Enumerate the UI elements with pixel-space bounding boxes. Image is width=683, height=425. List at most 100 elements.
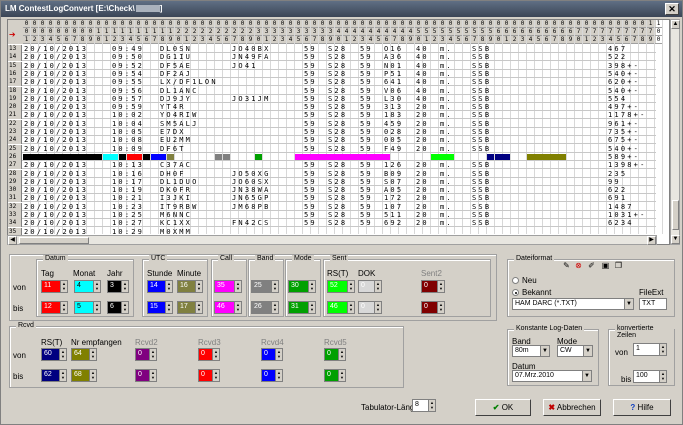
spin-arrows-icon[interactable]: ▲ ▼ xyxy=(165,281,172,292)
spin-arrows-icon[interactable]: ▲ ▼ xyxy=(659,371,666,382)
spin-arrows-icon[interactable]: ▲ ▼ xyxy=(428,400,435,411)
rcvd-rst-bis-spinner[interactable]: 62 ▲ ▼ xyxy=(41,369,67,382)
spin-arrows-icon[interactable]: ▲ ▼ xyxy=(121,302,128,313)
table-row[interactable]: 14 20/10/2013 09:50 DG1IU JN49FA 59 S28 59 A36 40… xyxy=(8,53,656,62)
rcvd3-bis-spinner[interactable]: 0 ▲ ▼ xyxy=(198,369,220,382)
spin-arrows-icon[interactable]: ▲ ▼ xyxy=(195,281,202,292)
spin-arrows-icon[interactable]: ▲ ▼ xyxy=(165,302,172,313)
spin-arrows-icon[interactable]: ▲ ▼ xyxy=(195,302,202,313)
spin-arrows-icon[interactable]: ▲ ▼ xyxy=(308,302,315,313)
scroll-up-icon[interactable]: ▲ xyxy=(671,20,680,29)
nr-bis-spinner[interactable]: 68 ▲ ▼ xyxy=(71,369,97,382)
delete-icon[interactable]: ⊗ xyxy=(574,261,583,270)
konst-datum-select[interactable]: 07.Mrz.2010 ▼ xyxy=(512,370,592,382)
table-row[interactable]: 20 20/10/2013 09:59 YT4R 59 S28 59 313 20 m. SSB 49… xyxy=(8,103,656,112)
spin-arrows-icon[interactable]: ▲ ▼ xyxy=(234,302,241,313)
ok-button[interactable]: ✔ OK xyxy=(475,399,531,416)
spin-arrows-icon[interactable]: ▲ ▼ xyxy=(93,281,100,292)
konst-mode-select[interactable]: CW ▼ xyxy=(557,345,593,357)
spin-arrows-icon[interactable]: ▲ ▼ xyxy=(347,281,354,292)
edit-icon[interactable]: ✐ xyxy=(587,261,596,270)
rcvd5-von-spinner[interactable]: 0 ▲ ▼ xyxy=(324,348,346,361)
minute-von-spinner[interactable]: 16 ▲ ▼ xyxy=(177,280,203,293)
vscroll-thumb[interactable] xyxy=(672,200,679,230)
spin-arrows-icon[interactable]: ▲ ▼ xyxy=(374,281,381,292)
spin-arrows-icon[interactable]: ▲ ▼ xyxy=(271,281,278,292)
nr-von-spinner[interactable]: 64 ▲ ▼ xyxy=(71,348,97,361)
table-row[interactable]: 27 20/10/2013 10:13 C37AC 59 S28 59 126 20 m. SSB 1… xyxy=(8,161,656,170)
tabulator-spinner[interactable]: 8 ▲ ▼ xyxy=(412,399,436,412)
spin-arrows-icon[interactable]: ▲ ▼ xyxy=(437,281,444,292)
spin-arrows-icon[interactable]: ▲ ▼ xyxy=(149,370,156,381)
tag-von-spinner[interactable]: 11 ▲ ▼ xyxy=(41,280,68,293)
close-button[interactable]: ✕ xyxy=(665,3,679,15)
minute-bis-spinner[interactable]: 17 ▲ ▼ xyxy=(177,301,203,314)
rcvd2-von-spinner[interactable]: 0 ▲ ▼ xyxy=(135,348,157,361)
stunde-von-spinner[interactable]: 14 ▲ ▼ xyxy=(147,280,173,293)
neu-radio[interactable] xyxy=(512,277,519,284)
scroll-left-icon[interactable]: ◀ xyxy=(8,236,17,245)
table-row[interactable]: 32 20/10/2013 10:23 IT9RBW JM68PB 59 S28 59 107 2… xyxy=(8,202,656,211)
rcvd3-von-spinner[interactable]: 0 ▲ ▼ xyxy=(198,348,220,361)
spin-arrows-icon[interactable]: ▲ ▼ xyxy=(60,281,67,292)
save-icon[interactable]: ▣ xyxy=(601,261,610,270)
chevron-down-icon[interactable]: ▼ xyxy=(624,299,633,309)
mode-bis-spinner[interactable]: 31 ▲ ▼ xyxy=(288,301,316,314)
spin-arrows-icon[interactable]: ▲ ▼ xyxy=(275,349,282,360)
spin-arrows-icon[interactable]: ▲ ▼ xyxy=(93,302,100,313)
fileext-input[interactable]: TXT xyxy=(639,298,667,310)
spin-arrows-icon[interactable]: ▲ ▼ xyxy=(347,302,354,313)
format-select[interactable]: HAM DARC (*.TXT) ▼ xyxy=(512,298,634,310)
call-bis-spinner[interactable]: 46 ▲ ▼ xyxy=(214,301,242,314)
table-row[interactable]: 30 20/10/2013 10:19 DK0FR JN38WA 59 S28 59 A05 20… xyxy=(8,186,656,195)
konv-bis-spinner[interactable]: 100 ▲ ▼ xyxy=(633,370,667,383)
table-row[interactable]: 21 20/10/2013 10:02 YO4RIW 59 S28 59 183 20 m. SSB… xyxy=(8,111,656,120)
konv-von-spinner[interactable]: 1 ▲ ▼ xyxy=(633,343,667,356)
spin-arrows-icon[interactable]: ▲ ▼ xyxy=(338,370,345,381)
spin-arrows-icon[interactable]: ▲ ▼ xyxy=(89,370,96,381)
konst-band-select[interactable]: 80m ▼ xyxy=(512,345,550,357)
jahr-bis-spinner[interactable]: 6 ▲ ▼ xyxy=(107,301,129,314)
spin-arrows-icon[interactable]: ▲ ▼ xyxy=(374,302,381,313)
call-von-spinner[interactable]: 35 ▲ ▼ xyxy=(214,280,242,293)
spin-arrows-icon[interactable]: ▲ ▼ xyxy=(437,302,444,313)
vertical-scrollbar[interactable]: ▲ ▼ xyxy=(670,19,680,245)
table-row[interactable]: 28 20/10/2013 10:16 DH0F JO50XG 59 S28 59 B09 20 m… xyxy=(8,169,656,178)
hscroll-thumb[interactable] xyxy=(19,237,89,244)
sent2-von-spinner[interactable]: 0 ▲ ▼ xyxy=(421,280,445,293)
chevron-down-icon[interactable]: ▼ xyxy=(583,346,592,356)
spin-arrows-icon[interactable]: ▲ ▼ xyxy=(59,349,66,360)
spin-arrows-icon[interactable]: ▲ ▼ xyxy=(89,349,96,360)
sent-rst-bis-spinner[interactable]: 46 ▲ ▼ xyxy=(327,301,355,314)
spin-arrows-icon[interactable]: ▲ ▼ xyxy=(149,349,156,360)
spin-arrows-icon[interactable]: ▲ ▼ xyxy=(212,349,219,360)
chevron-down-icon[interactable]: ▼ xyxy=(582,371,591,381)
table-row[interactable]: 16 20/10/2013 09:54 DF2AJ 59 S28 59 P51 40 m. SSB 5… xyxy=(8,69,656,78)
dok-bis-spinner[interactable]: 0 ▲ ▼ xyxy=(358,301,382,314)
table-row[interactable]: 33 20/10/2013 10:25 M6NNC 59 S28 59 511 20 m. SSB 1… xyxy=(8,211,656,219)
chevron-down-icon[interactable]: ▼ xyxy=(540,346,549,356)
stunde-bis-spinner[interactable]: 15 ▲ ▼ xyxy=(147,301,173,314)
scroll-down-icon[interactable]: ▼ xyxy=(671,235,680,244)
table-row[interactable]: 19 20/10/2013 09:57 DJ9JY JO31JM 59 S28 59 L30 40… xyxy=(8,94,656,103)
hilfe-button[interactable]: ? Hilfe xyxy=(613,399,671,416)
spin-arrows-icon[interactable]: ▲ ▼ xyxy=(275,370,282,381)
rcvd2-bis-spinner[interactable]: 0 ▲ ▼ xyxy=(135,369,157,382)
band-von-spinner[interactable]: 25 ▲ ▼ xyxy=(251,280,279,293)
scroll-right-icon[interactable]: ▶ xyxy=(647,236,656,245)
spin-arrows-icon[interactable]: ▲ ▼ xyxy=(308,281,315,292)
copy-icon[interactable]: ❐ xyxy=(614,261,623,270)
mode-von-spinner[interactable]: 30 ▲ ▼ xyxy=(288,280,316,293)
spin-arrows-icon[interactable]: ▲ ▼ xyxy=(59,370,66,381)
band-bis-spinner[interactable]: 26 ▲ ▼ xyxy=(251,301,279,314)
table-row[interactable]: 31 20/10/2013 10:21 I3JKI JN65GP 59 S28 59 172 20… xyxy=(8,194,656,203)
table-row[interactable]: 34 20/10/2013 10:27 KC1XX FN42CS 59 S28 59 692 20… xyxy=(8,219,656,228)
tag-bis-spinner[interactable]: 12 ▲ ▼ xyxy=(41,301,68,314)
paint-icon[interactable]: ✎ xyxy=(562,261,571,270)
table-row[interactable]: 17 20/10/2013 09:55 LX/DF1LON 59 S28 59 641 40 m.… xyxy=(8,78,656,87)
abbrechen-button[interactable]: ✖ Abbrechen xyxy=(543,399,601,416)
spin-arrows-icon[interactable]: ▲ ▼ xyxy=(60,302,67,313)
log-grid[interactable]: 0000000000000000000000000000000000000000… xyxy=(7,19,670,245)
table-row[interactable]: 25 20/10/2013 10:09 DF6T 59 S28 59 F49 20 m. SSB 54… xyxy=(8,144,656,153)
dok-von-spinner[interactable]: 0 ▲ ▼ xyxy=(358,280,382,293)
